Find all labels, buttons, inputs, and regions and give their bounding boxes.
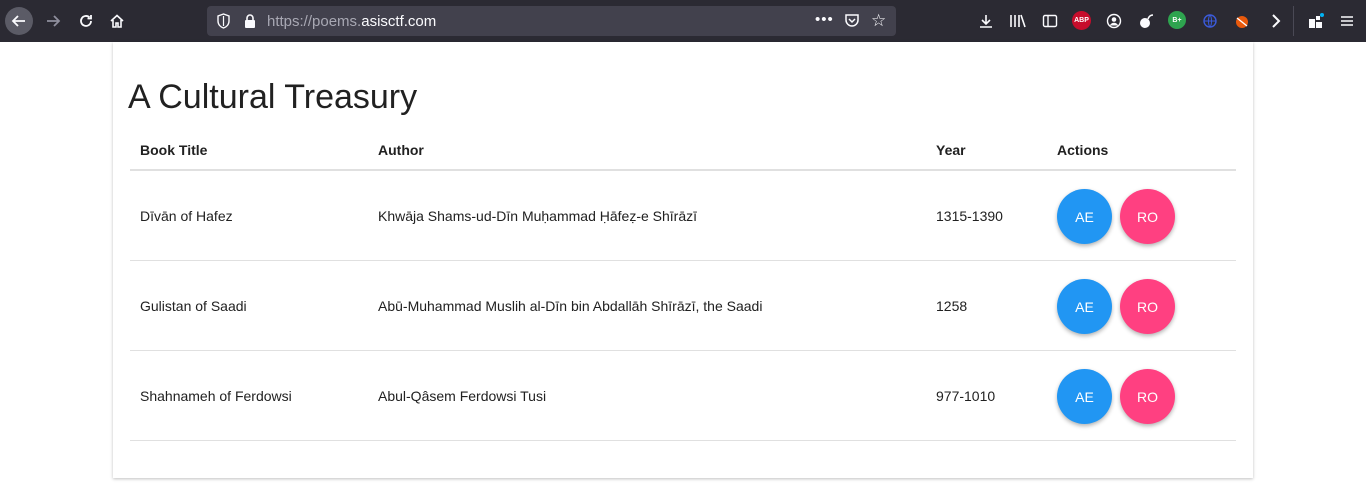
home-button[interactable]: [103, 7, 131, 35]
extension-icon[interactable]: [1232, 11, 1252, 31]
back-button[interactable]: [5, 7, 33, 35]
chevron-right-icon[interactable]: [1266, 11, 1286, 31]
books-table: Book Title Author Year Actions Dīvān of …: [130, 129, 1236, 441]
sidebar-icon[interactable]: [1040, 11, 1060, 31]
ro-button[interactable]: RO: [1120, 369, 1175, 424]
ae-button[interactable]: AE: [1057, 369, 1112, 424]
book-title-cell: Dīvān of Hafez: [140, 208, 233, 224]
extension-icon[interactable]: [1136, 11, 1156, 31]
more-dots-icon[interactable]: •••: [815, 11, 834, 28]
menu-icon[interactable]: [1337, 11, 1357, 31]
ae-button[interactable]: AE: [1057, 279, 1112, 334]
bookmark-star-icon[interactable]: ☆: [871, 11, 886, 31]
header-author: Author: [378, 142, 424, 158]
year-cell: 977-1010: [936, 388, 996, 404]
ro-button[interactable]: RO: [1120, 279, 1175, 334]
forward-button[interactable]: [39, 7, 67, 35]
content-card: A Cultural Treasury Book Title Author Ye…: [113, 42, 1253, 478]
reload-button[interactable]: [72, 7, 100, 35]
ro-button[interactable]: RO: [1120, 189, 1175, 244]
reload-icon: [80, 15, 92, 27]
author-cell: Abul-Qâsem Ferdowsi Tusi: [378, 388, 547, 404]
url-bar[interactable]: https://poems.asisctf.com ••• ☆: [207, 6, 896, 36]
year-cell: 1258: [936, 298, 968, 314]
extension-icon[interactable]: [1200, 11, 1220, 31]
download-icon[interactable]: [976, 11, 996, 31]
home-icon: [110, 14, 124, 28]
lock-icon[interactable]: [243, 13, 257, 34]
author-cell: Abū-Muhammad Muslih al-Dīn bin Abdallāh …: [378, 298, 763, 314]
table-row: Gulistan of Saadi Abū-Muhammad Muslih al…: [130, 261, 1236, 351]
page-title: A Cultural Treasury: [128, 78, 418, 116]
table-row: Dīvān of Hafez Khwāja Shams-ud-Dīn Muḥam…: [130, 171, 1236, 261]
header-year: Year: [936, 142, 966, 158]
back-arrow-icon: [11, 15, 25, 27]
browser-toolbar: https://poems.asisctf.com ••• ☆ ABP B+: [0, 0, 1366, 42]
author-cell: Khwāja Shams-ud-Dīn Muḥammad Ḥāfeẓ-e Shī…: [378, 208, 698, 224]
url-text[interactable]: https://poems.asisctf.com: [267, 13, 436, 30]
table-row: Shahnameh of Ferdowsi Abul-Qâsem Ferdows…: [130, 351, 1236, 441]
account-icon[interactable]: [1104, 11, 1124, 31]
shield-icon[interactable]: [216, 13, 231, 34]
book-title-cell: Shahnameh of Ferdowsi: [140, 388, 292, 404]
pocket-icon[interactable]: [844, 12, 860, 33]
header-book-title: Book Title: [140, 142, 208, 158]
forward-arrow-icon: [47, 15, 61, 27]
header-actions: Actions: [1057, 142, 1109, 158]
book-title-cell: Gulistan of Saadi: [140, 298, 247, 314]
toolbar-separator: [1293, 6, 1294, 36]
ae-button[interactable]: AE: [1057, 189, 1112, 244]
extension-icon[interactable]: B+: [1168, 11, 1186, 29]
year-cell: 1315-1390: [936, 208, 1003, 224]
extensions-icon[interactable]: [1306, 11, 1326, 31]
table-header: Book Title Author Year Actions: [130, 129, 1236, 171]
adblock-icon[interactable]: ABP: [1072, 11, 1091, 30]
library-icon[interactable]: [1008, 11, 1028, 31]
